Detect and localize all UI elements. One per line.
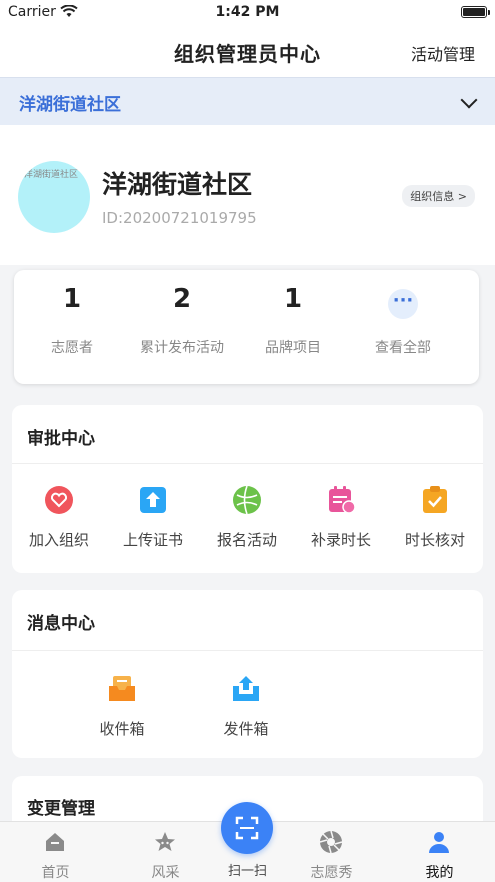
org-name: 洋湖街道社区 [102,170,253,199]
item-label: 报名活动 [216,531,277,549]
message-center-card: 消息中心 收件箱 发件箱 [12,590,483,758]
stat-label: 品牌项目 [265,340,321,356]
divider [12,463,483,464]
aperture-icon [319,830,343,854]
clipboard-check-icon [423,486,447,513]
more-dots-icon: ··· [388,289,418,319]
stat-label: 志愿者 [51,340,93,356]
inbox-icon [109,676,135,701]
chevron-down-icon [460,91,478,109]
approval-center-title: 审批中心 [27,429,95,449]
stat-value: 1 [62,284,82,314]
stat-label: 累计发布活动 [140,340,224,356]
item-label: 时长核对 [404,531,465,549]
upload-icon [140,487,166,513]
item-label: 上传证书 [122,531,183,549]
community-name: 洋湖街道社区 [19,95,121,115]
scan-label: 扫一扫 [227,864,267,879]
org-profile: 洋湖街道社区 洋湖街道社区 ID:20200721019795 组织信息 > [0,125,495,265]
status-bar: Carrier 1:42 PM [0,0,495,26]
star-icon [155,832,175,851]
tab-label: 首页 [41,865,70,881]
item-label: 补录时长 [310,531,371,549]
home-icon [46,833,64,851]
org-info-button[interactable]: 组织信息 > [402,185,475,207]
nav-bar: 组织管理员中心 活动管理 [0,26,495,77]
activity-management-button[interactable]: 活动管理 [411,41,475,65]
scan-icon [235,816,259,840]
org-id: ID:20200721019795 [102,209,257,227]
heart-badge-icon [45,486,73,514]
avatar: 洋湖街道社区 [18,161,90,233]
clock: 1:42 PM [215,4,280,20]
tab-label: 我的 [425,865,454,881]
stat-label: 查看全部 [375,340,431,356]
ball-icon [233,485,261,515]
scan-button[interactable] [221,802,273,854]
user-icon [429,832,449,853]
item-label: 发件箱 [223,720,269,738]
calendar-icon [329,486,356,514]
stat-value: 1 [283,284,303,314]
outbox-icon [233,676,259,701]
battery-icon [461,6,490,18]
community-selector[interactable]: 洋湖街道社区 [0,77,495,125]
change-management-title: 变更管理 [27,799,95,819]
avatar-text: 洋湖街道社区 [24,170,79,180]
stat-value: 2 [172,284,192,314]
divider [12,650,483,651]
item-label: 加入组织 [28,531,89,549]
stats-card: 1 志愿者 2 累计发布活动 1 品牌项目 ··· 查看全部 [14,270,479,384]
approval-center-card: 审批中心 加入组织 上传证书 报名活动 补录时长 时长核对 [12,405,483,573]
item-label: 收件箱 [99,720,145,738]
message-center-title: 消息中心 [27,614,95,634]
